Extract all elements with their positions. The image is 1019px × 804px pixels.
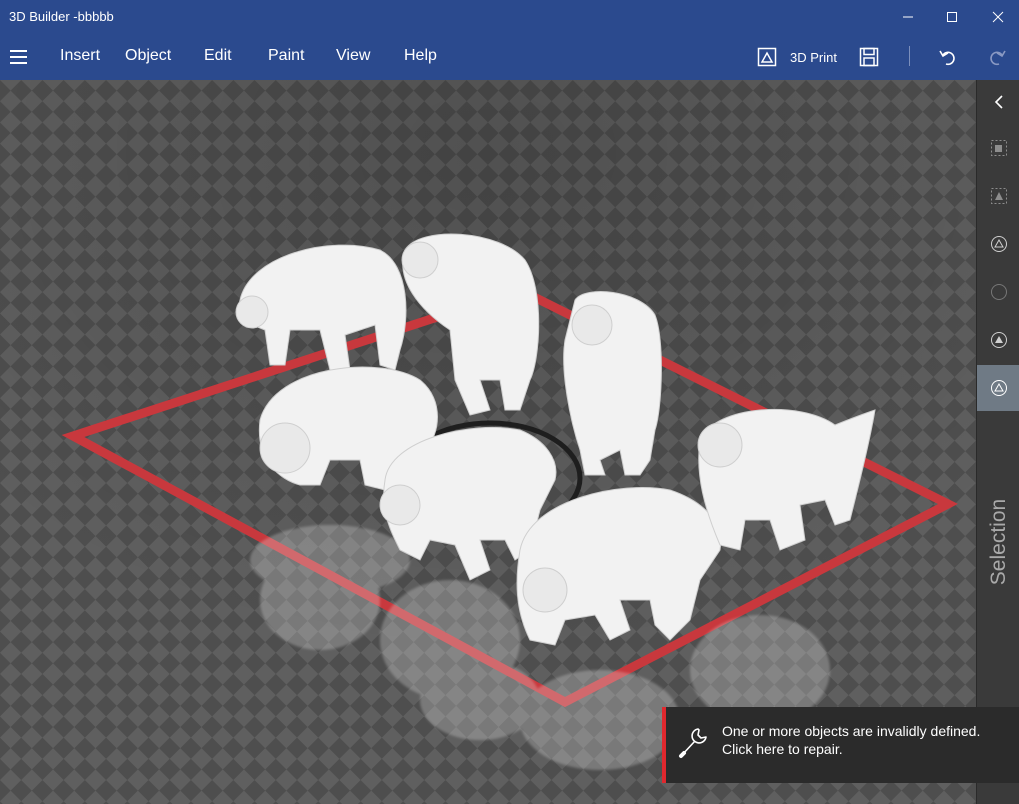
select-none-icon [990,284,1007,300]
select-mode-button[interactable] [977,365,1019,411]
select-triangles-icon [990,236,1007,252]
redo-button[interactable] [987,41,1007,73]
maximize-button[interactable] [929,0,975,33]
select-mode-icon [990,380,1007,396]
select-invert-icon [990,332,1007,348]
maximize-icon [947,11,957,22]
3d-viewport[interactable] [0,80,976,804]
menu-object[interactable]: Object [125,47,171,65]
3d-print-button[interactable]: 3D Print [757,41,837,73]
select-none-button[interactable] [977,270,1019,314]
title-bar: 3D Builder -bbbbb [0,0,1019,33]
select-objects-icon [990,140,1007,156]
menu-bar: Insert Object Edit Paint View Help 3D Pr… [0,33,1019,80]
menu-edit[interactable]: Edit [204,47,232,65]
menu-view[interactable]: View [336,47,370,65]
panel-title: Selection [977,492,1019,592]
select-faces-button[interactable] [977,174,1019,218]
minimize-button[interactable] [885,0,931,33]
collapse-panel-button[interactable] [977,80,1019,124]
repair-notification[interactable]: One or more objects are invalidly define… [662,707,1019,783]
notification-line-2[interactable]: Click here to repair. [722,740,980,758]
scene-canvas[interactable] [0,80,976,804]
redo-icon [990,50,1006,66]
collapse-chevron-icon [994,95,1003,109]
select-objects-button[interactable] [977,126,1019,170]
selection-label: Selection [986,498,1010,586]
undo-icon [939,50,955,66]
toolbar-divider [909,46,910,66]
selection-panel: Selection [976,80,1019,804]
select-invert-button[interactable] [977,318,1019,362]
menu-help[interactable]: Help [404,47,437,65]
select-faces-icon [990,188,1007,204]
window-title: 3D Builder -bbbbb [9,9,114,24]
menu-insert[interactable]: Insert [60,47,100,65]
notification-text: One or more objects are invalidly define… [722,722,980,758]
minimize-icon [903,16,913,17]
3d-print-label: 3D Print [790,49,837,65]
save-icon [859,47,879,67]
select-triangles-button[interactable] [977,222,1019,266]
save-button[interactable] [859,41,879,73]
close-button[interactable] [975,0,1019,33]
hamburger-menu-icon[interactable] [10,50,27,68]
notification-line-1: One or more objects are invalidly define… [722,723,981,739]
wrench-icon [679,728,707,758]
3d-print-icon [757,47,777,67]
close-icon [992,11,1004,22]
menu-paint[interactable]: Paint [268,47,304,65]
undo-button[interactable] [938,41,958,73]
